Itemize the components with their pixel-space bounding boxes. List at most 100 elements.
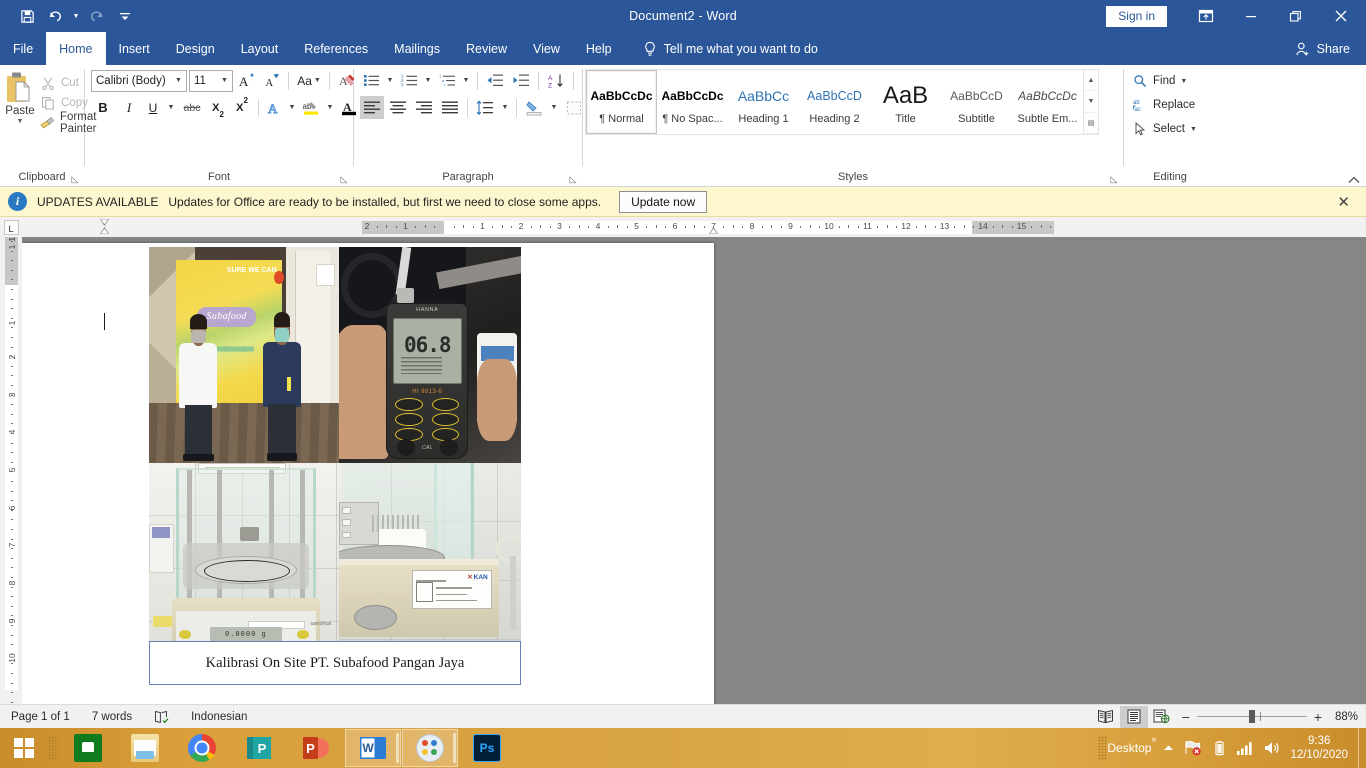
shrink-font-button[interactable]: A xyxy=(260,69,283,92)
zoom-level-button[interactable]: 88% xyxy=(1332,711,1366,723)
justify-button[interactable] xyxy=(438,96,462,119)
find-button[interactable]: Find ▼ xyxy=(1132,70,1187,92)
style-heading-1[interactable]: AaBbCc Heading 1 xyxy=(728,70,799,134)
numbering-dropdown-icon[interactable]: ▼ xyxy=(422,69,434,92)
styles-scroll-up-icon[interactable]: ▲ xyxy=(1084,70,1098,92)
font-size-input[interactable]: 11 ▼ xyxy=(189,69,233,92)
tab-references[interactable]: References xyxy=(291,32,381,65)
styles-gallery-scroll[interactable]: ▲ ▼ ▤ xyxy=(1083,70,1098,134)
network-error-icon[interactable] xyxy=(1180,728,1206,768)
line-spacing-dropdown-icon[interactable]: ▼ xyxy=(499,96,511,119)
taskbar-file-explorer[interactable] xyxy=(117,729,173,767)
language-indicator[interactable]: Indonesian xyxy=(180,705,258,729)
zoom-slider[interactable] xyxy=(1196,710,1307,723)
sort-button[interactable]: AZ xyxy=(544,69,568,92)
word-count[interactable]: 7 words xyxy=(81,705,143,729)
center-button[interactable] xyxy=(386,96,410,119)
tell-me-search[interactable]: Tell me what you want to do xyxy=(625,32,818,65)
show-desktop-button[interactable] xyxy=(1358,728,1366,768)
underline-button[interactable]: U xyxy=(143,96,163,119)
font-name-input[interactable]: Calibri (Body) ▼ xyxy=(91,69,187,92)
shading-button[interactable] xyxy=(522,96,546,119)
multilevel-list-dropdown-icon[interactable]: ▼ xyxy=(460,69,472,92)
subscript-button[interactable]: X2 xyxy=(207,96,229,120)
decrease-indent-button[interactable] xyxy=(483,69,507,92)
change-case-dropdown-icon[interactable]: ▼ xyxy=(314,77,321,84)
align-right-button[interactable] xyxy=(412,96,436,119)
taskbar-word[interactable] xyxy=(345,729,401,767)
style-subtle-emphasis[interactable]: AaBbCcDc Subtle Em... xyxy=(1012,70,1083,134)
image-collage[interactable]: SURE WE CAN Subafood HANNA 06.8 HI 9813-… xyxy=(149,247,521,645)
image-caption-box[interactable]: Kalibrasi On Site PT. Subafood Pangan Ja… xyxy=(149,641,521,685)
ribbon-display-options-icon[interactable] xyxy=(1183,0,1228,32)
zoom-control[interactable]: − + xyxy=(1176,709,1332,725)
increase-indent-button[interactable] xyxy=(509,69,533,92)
page-indicator[interactable]: Page 1 of 1 xyxy=(0,705,81,729)
desktop-overflow-icon[interactable]: » xyxy=(1151,728,1156,744)
sign-in-button[interactable]: Sign in xyxy=(1106,5,1167,27)
close-button[interactable] xyxy=(1318,0,1364,32)
minimize-button[interactable] xyxy=(1228,0,1273,32)
bold-button[interactable]: B xyxy=(91,96,115,119)
taskbar-media-player[interactable] xyxy=(402,729,458,767)
taskbar-google-chrome[interactable] xyxy=(174,729,230,767)
tab-view[interactable]: View xyxy=(520,32,573,65)
desktop-toolbar-label[interactable]: Desktop xyxy=(1107,741,1151,755)
web-layout-view-button[interactable] xyxy=(1148,706,1176,728)
volume-icon[interactable] xyxy=(1258,728,1284,768)
update-now-button[interactable]: Update now xyxy=(619,190,708,213)
taskbar-microsoft-store[interactable] xyxy=(60,729,116,767)
close-notification-button[interactable]: ✕ xyxy=(1337,193,1358,211)
styles-scroll-down-icon[interactable]: ▼ xyxy=(1084,91,1098,113)
taskbar-powerpoint[interactable] xyxy=(288,729,344,767)
start-button[interactable] xyxy=(0,728,48,768)
restore-button[interactable] xyxy=(1273,0,1318,32)
text-effects-dropdown-icon[interactable]: ▼ xyxy=(286,96,298,119)
signal-icon[interactable] xyxy=(1232,728,1258,768)
tab-file[interactable]: File xyxy=(0,32,46,65)
zoom-out-button[interactable]: − xyxy=(1182,709,1190,725)
hanging-indent-marker[interactable] xyxy=(100,227,109,234)
italic-button[interactable]: I xyxy=(117,96,141,119)
document-scroll-area[interactable]: SURE WE CAN Subafood HANNA 06.8 HI 9813-… xyxy=(22,237,1366,704)
superscript-button[interactable]: X2 xyxy=(231,96,253,119)
photo-staff-subafood-banner[interactable]: SURE WE CAN Subafood xyxy=(149,247,339,463)
vertical-ruler[interactable]: 1123456789101112 xyxy=(0,237,22,704)
zoom-slider-thumb[interactable] xyxy=(1248,710,1255,723)
multilevel-list-button[interactable]: 1ai xyxy=(436,69,458,92)
underline-dropdown-icon[interactable]: ▼ xyxy=(165,96,177,119)
find-dropdown-icon[interactable]: ▼ xyxy=(1180,78,1187,85)
paste-button[interactable]: Paste ▼ xyxy=(4,69,36,125)
undo-dropdown-icon[interactable]: ▼ xyxy=(70,4,82,28)
battery-icon[interactable] xyxy=(1206,728,1232,768)
document-page[interactable]: SURE WE CAN Subafood HANNA 06.8 HI 9813-… xyxy=(22,243,714,704)
change-case-button[interactable]: Aa ▼ xyxy=(294,69,324,92)
clipboard-dialog-launcher[interactable]: ◺ xyxy=(70,174,80,184)
tab-layout[interactable]: Layout xyxy=(228,32,292,65)
save-icon[interactable] xyxy=(14,4,40,28)
photo-handheld-ph-meter[interactable]: HANNA 06.8 HI 9813-6 CAL xyxy=(339,247,521,463)
font-dialog-launcher[interactable]: ◺ xyxy=(339,174,349,184)
styles-more-icon[interactable]: ▤ xyxy=(1084,112,1098,134)
taskbar-publisher[interactable] xyxy=(231,729,287,767)
collapse-ribbon-button[interactable] xyxy=(1348,176,1360,184)
tab-design[interactable]: Design xyxy=(163,32,228,65)
tab-insert[interactable]: Insert xyxy=(106,32,163,65)
proofing-errors-icon[interactable] xyxy=(143,705,180,729)
first-line-indent-marker[interactable] xyxy=(100,219,109,226)
taskbar-grip[interactable] xyxy=(48,736,58,760)
style-no-spacing[interactable]: AaBbCcDc ¶ No Spac... xyxy=(657,70,728,134)
tab-help[interactable]: Help xyxy=(573,32,625,65)
select-button[interactable]: Select ▼ xyxy=(1132,118,1197,140)
strikethrough-button[interactable]: abc xyxy=(179,96,205,119)
tab-mailings[interactable]: Mailings xyxy=(381,32,453,65)
text-highlight-button[interactable]: ab xyxy=(300,96,322,119)
redo-icon[interactable] xyxy=(84,4,110,28)
style-normal[interactable]: AaBbCcDc ¶ Normal xyxy=(586,70,657,134)
line-spacing-button[interactable] xyxy=(473,96,497,119)
tray-grip[interactable] xyxy=(1098,736,1108,760)
font-size-dropdown-icon[interactable]: ▼ xyxy=(217,77,232,84)
grow-font-button[interactable]: A xyxy=(235,69,258,92)
font-name-dropdown-icon[interactable]: ▼ xyxy=(171,77,186,84)
print-layout-view-button[interactable] xyxy=(1119,705,1148,728)
